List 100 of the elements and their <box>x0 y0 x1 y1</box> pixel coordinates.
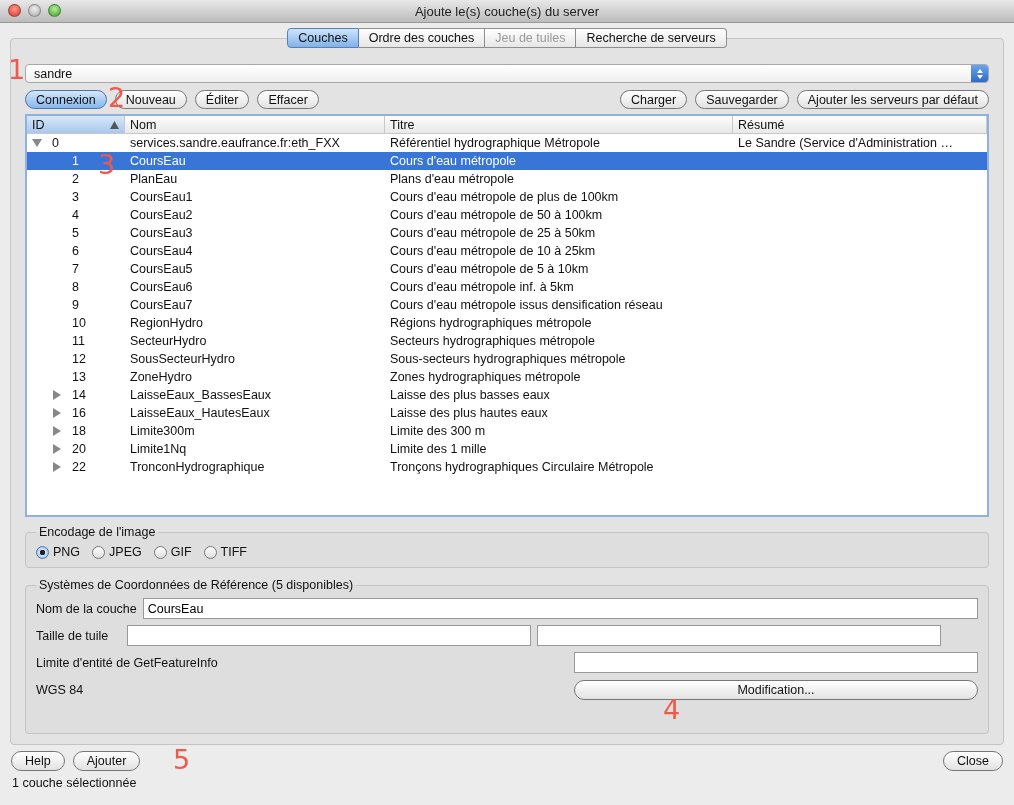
table-cell: CoursEau2 <box>130 208 193 222</box>
table-row[interactable]: 6 CoursEau4 Cours d'eau métropole de 10 à 25km <box>27 242 987 260</box>
crs-name: WGS 84 <box>36 682 84 697</box>
annotation-number: 1 <box>8 56 26 83</box>
toolbar-button[interactable]: Ajouter les serveurs par défaut <box>796 90 989 109</box>
table-row[interactable]: 12 SousSecteurHydro Sous-secteurs hydrographiques métropole <box>27 350 987 368</box>
collapsed-triangle-icon[interactable] <box>52 444 62 454</box>
column-header[interactable]: Résumé <box>733 116 987 133</box>
table-cell: Régions hydrographiques métropole <box>390 316 592 330</box>
table-cell: 7 <box>72 262 79 276</box>
tile-width-field[interactable] <box>127 625 532 646</box>
radio-option[interactable]: PNG <box>36 545 81 559</box>
table-cell: Cours d'eau métropole de 10 à 25km <box>390 244 596 258</box>
table-cell: CoursEau6 <box>130 280 193 294</box>
close-button[interactable]: Close <box>943 751 1003 771</box>
table-row[interactable]: 5 CoursEau3 Cours d'eau métropole de 25 à 50km <box>27 224 987 242</box>
table-row[interactable]: 14 LaisseEaux_BassesEaux Laisse des plus basses eaux <box>27 386 987 404</box>
table-cell: Limite des 1 mille <box>390 442 487 456</box>
table-cell: 1 <box>72 154 79 168</box>
table-cell: Tronçons hydrographiques Circulaire Métropole <box>390 460 654 474</box>
toolbar-button[interactable]: Éditer <box>194 90 250 109</box>
table-row[interactable]: 20 Limite1Nq Limite des 1 mille <box>27 440 987 458</box>
close-window-icon[interactable] <box>8 4 21 17</box>
column-header[interactable]: Titre <box>385 116 733 133</box>
table-row[interactable]: 8 CoursEau6 Cours d'eau métropole inf. à 5km <box>27 278 987 296</box>
table-row[interactable]: 11 SecteurHydro Secteurs hydrographiques métropole <box>27 332 987 350</box>
toolbar-button[interactable]: Sauvegarder <box>695 90 789 109</box>
window-title: Ajoute le(s) couche(s) du server <box>414 3 600 19</box>
tab[interactable]: Ordre des couches <box>358 28 486 48</box>
radio-option[interactable]: JPEG <box>92 545 142 559</box>
table-row[interactable]: 9 CoursEau7 Cours d'eau métropole issus densification réseau <box>27 296 987 314</box>
table-row[interactable]: 16 LaisseEaux_HautesEaux Laisse des plus hautes eaux <box>27 404 987 422</box>
tile-height-field[interactable] <box>537 625 942 646</box>
table-cell: Cours d'eau métropole de 5 à 10km <box>390 262 589 276</box>
table-cell: 3 <box>72 190 79 204</box>
table-cell: Cours d'eau métropole inf. à 5km <box>390 280 574 294</box>
dropdown-arrows-icon[interactable] <box>971 65 988 82</box>
table-cell: Référentiel hydrographique Métropole <box>390 136 600 150</box>
toolbar-button[interactable]: Connexion <box>25 90 107 109</box>
minimize-window-icon[interactable] <box>28 4 41 17</box>
table-cell: 11 <box>72 334 85 348</box>
table-row[interactable]: 18 Limite300m Limite des 300 m <box>27 422 987 440</box>
collapsed-triangle-icon[interactable] <box>52 408 62 418</box>
table-cell: 4 <box>72 208 79 222</box>
table-cell: LaisseEaux_BassesEaux <box>130 388 272 402</box>
radio-button[interactable] <box>153 545 167 559</box>
table-cell: ZoneHydro <box>130 370 192 384</box>
table-row[interactable]: 22 TronconHydrographique Tronçons hydrographiques Circulaire Métropole <box>27 458 987 476</box>
table-cell: 20 <box>72 442 86 456</box>
collapsed-triangle-icon[interactable] <box>52 426 62 436</box>
radio-button[interactable] <box>203 545 217 559</box>
table-cell: Limite300m <box>130 424 195 438</box>
table-cell: 9 <box>72 298 79 312</box>
table-row[interactable]: 0 services.sandre.eaufrance.fr:eth_FXX Référentiel hydrographique Métropole Le Sandre (Service d'Administration … <box>27 134 987 152</box>
table-cell: Plans d'eau métropole <box>390 172 514 186</box>
table-cell: 5 <box>72 226 79 240</box>
field-label: Nom de la couche <box>36 601 137 616</box>
group-label: Systèmes de Coordonnées de Référence (5 disponibles) <box>38 578 355 592</box>
table-row[interactable]: 7 CoursEau5 Cours d'eau métropole de 5 à 10km <box>27 260 987 278</box>
table-cell: SecteurHydro <box>130 334 207 348</box>
table-cell: CoursEau5 <box>130 262 193 276</box>
expanded-triangle-icon[interactable] <box>32 138 42 148</box>
footer-button[interactable]: Help <box>11 751 65 771</box>
table-cell: Sous-secteurs hydrographiques métropole <box>390 352 626 366</box>
tab[interactable]: Recherche de serveurs <box>576 28 727 48</box>
radio-button[interactable] <box>36 545 49 559</box>
table-cell: RegionHydro <box>130 316 203 330</box>
table-cell: 22 <box>72 460 86 474</box>
table-cell: Cours d'eau métropole <box>390 154 517 168</box>
column-header[interactable]: Nom <box>125 116 385 133</box>
radio-button[interactable] <box>92 545 106 559</box>
table-cell: 6 <box>72 244 79 258</box>
table-cell: LaisseEaux_HautesEaux <box>130 406 270 420</box>
toolbar-button[interactable]: Charger <box>620 90 688 109</box>
table-cell: Limite1Nq <box>130 442 187 456</box>
table-row[interactable]: 13 ZoneHydro Zones hydrographiques métropole <box>27 368 987 386</box>
table-cell: Laisse des plus basses eaux <box>390 388 550 402</box>
table-cell: Cours d'eau métropole de 25 à 50km <box>390 226 596 240</box>
collapsed-triangle-icon[interactable] <box>52 390 62 400</box>
footer-button[interactable]: Ajouter <box>72 751 141 771</box>
table-cell: 2 <box>72 172 79 186</box>
table-cell: 0 <box>52 136 59 150</box>
table-row[interactable]: 10 RegionHydro Régions hydrographiques métropole <box>27 314 987 332</box>
table-row[interactable]: 3 CoursEau1 Cours d'eau métropole de plus de 100km <box>27 188 987 206</box>
table-cell: Cours d'eau métropole de 50 à 100km <box>390 208 603 222</box>
radio-option[interactable]: GIF <box>153 545 192 559</box>
layer-name-field[interactable]: CoursEau <box>142 598 978 619</box>
modify-button[interactable]: Modification... <box>574 679 978 700</box>
table-cell: 13 <box>72 370 86 384</box>
server-dropdown[interactable]: sandre <box>25 64 989 83</box>
table-cell: CoursEau <box>130 154 186 168</box>
radio-option[interactable]: TIFF <box>203 545 247 559</box>
toolbar-button[interactable]: Effacer <box>257 90 319 109</box>
feature-limit-field[interactable] <box>574 652 978 673</box>
table-row[interactable]: 4 CoursEau2 Cours d'eau métropole de 50 à 100km <box>27 206 987 224</box>
tab[interactable]: Couches <box>287 28 359 48</box>
column-header[interactable]: ID <box>27 116 125 133</box>
collapsed-triangle-icon[interactable] <box>52 462 62 472</box>
zoom-window-icon[interactable] <box>48 4 61 17</box>
table-cell: Laisse des plus hautes eaux <box>390 406 548 420</box>
